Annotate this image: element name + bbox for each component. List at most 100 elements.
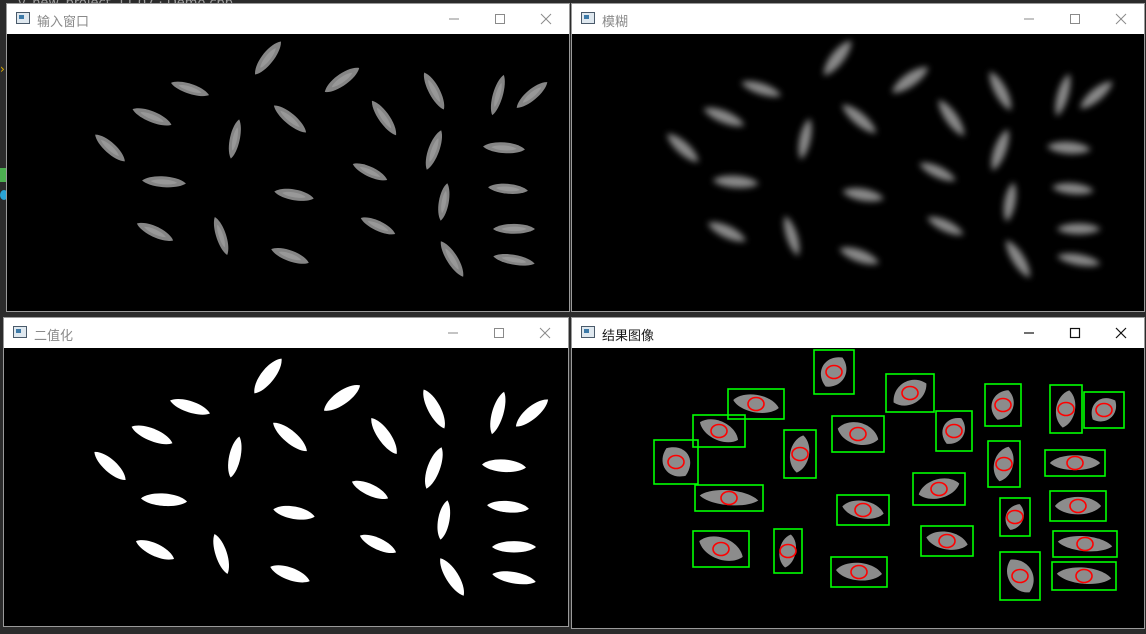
binary-blob <box>270 565 310 583</box>
binary-blob <box>423 389 445 429</box>
binary-blob <box>515 399 549 427</box>
close-button[interactable] <box>523 4 569 34</box>
binary-blob <box>490 391 506 435</box>
rice-grain <box>893 379 927 406</box>
binary-blob <box>425 447 443 489</box>
blurred-grain <box>839 247 879 265</box>
blurred-grain <box>784 216 800 256</box>
blurred-grain <box>1003 182 1016 222</box>
close-button[interactable] <box>522 318 568 348</box>
minimize-icon <box>449 18 459 20</box>
binary-blob <box>135 540 175 560</box>
close-icon <box>1115 327 1127 339</box>
app-icon <box>581 12 595 24</box>
rice-grain <box>942 418 965 444</box>
minimize-icon <box>1024 18 1034 20</box>
titlebar[interactable]: 输入窗口 <box>7 4 569 34</box>
close-icon <box>1115 13 1127 25</box>
blurred-image <box>667 40 1113 278</box>
binary-blob <box>254 358 282 394</box>
binary-blob <box>228 436 242 478</box>
blurred-grain <box>824 40 852 76</box>
window-blur[interactable]: 模糊 <box>571 3 1145 312</box>
blurred-grain <box>1051 183 1094 195</box>
maximize-button[interactable] <box>1052 318 1098 348</box>
blurred-grain <box>667 133 699 163</box>
binary-blob <box>491 541 537 553</box>
binary-blob <box>359 534 397 554</box>
blurred-grain <box>1080 81 1113 109</box>
maximize-button[interactable] <box>477 4 523 34</box>
rice-grain <box>1007 559 1034 593</box>
close-icon <box>540 13 552 25</box>
window-title: 结果图像 <box>602 329 655 344</box>
app-icon <box>16 12 30 24</box>
app-icon <box>13 326 27 338</box>
rice-grain <box>918 478 960 499</box>
maximize-button[interactable] <box>476 318 522 348</box>
minimize-button[interactable] <box>1006 318 1052 348</box>
binary-image <box>94 358 549 596</box>
blurred-grain <box>842 188 884 202</box>
minimize-button[interactable] <box>1006 4 1052 34</box>
rice-grain <box>993 446 1014 482</box>
binary-blob <box>94 451 126 481</box>
blurred-grain <box>798 118 812 160</box>
binary-blob <box>170 399 210 415</box>
titlebar[interactable]: 结果图像 <box>572 318 1144 348</box>
titlebar[interactable]: 模糊 <box>572 4 1144 34</box>
maximize-button[interactable] <box>1052 4 1098 34</box>
titlebar[interactable]: 二值化 <box>4 318 568 348</box>
minimize-button[interactable] <box>431 4 477 34</box>
maximize-icon <box>1069 327 1081 339</box>
rice-grain <box>991 390 1014 420</box>
blurred-grain <box>989 71 1012 111</box>
blurred-grain <box>842 104 877 134</box>
window-binary[interactable]: 二值化 <box>3 317 569 627</box>
binary-blob <box>273 422 307 452</box>
rice-grains-image <box>95 41 548 277</box>
blurred-grain <box>1056 223 1101 235</box>
binary-blob <box>492 571 536 585</box>
blurred-grain <box>712 175 759 188</box>
maximize-icon <box>494 328 504 338</box>
close-icon <box>539 327 551 339</box>
blurred-grain <box>1006 240 1030 278</box>
binary-blob <box>437 500 451 540</box>
image-canvas <box>572 348 1144 628</box>
blurred-grain <box>1057 253 1101 267</box>
window-input[interactable]: 输入窗口 <box>6 3 570 312</box>
blurred-grain <box>919 162 956 181</box>
binary-blob <box>131 425 173 445</box>
blurred-grain <box>707 222 746 242</box>
rice-grain <box>842 500 884 519</box>
image-canvas <box>7 34 569 311</box>
rice-grain <box>1049 455 1101 471</box>
minimize-icon <box>448 332 458 334</box>
binary-blob <box>351 480 389 500</box>
close-button[interactable] <box>1098 4 1144 34</box>
result-image <box>653 349 1125 601</box>
blurred-grain <box>892 67 929 93</box>
binary-blob <box>273 505 315 520</box>
blurred-grain <box>1055 73 1071 117</box>
blurred-grain <box>703 107 745 127</box>
binary-blob <box>371 417 397 455</box>
rice-grain <box>926 531 968 550</box>
rice-grain <box>837 422 879 445</box>
minimize-button[interactable] <box>430 318 476 348</box>
binary-blob <box>213 534 229 574</box>
blurred-grain <box>927 216 964 235</box>
app-icon <box>581 326 595 338</box>
blurred-grains <box>667 40 1113 278</box>
window-result[interactable]: 结果图像 <box>571 317 1145 629</box>
window-title: 输入窗口 <box>37 15 90 30</box>
blurred-grain <box>991 129 1009 171</box>
binary-blob <box>323 385 361 411</box>
image-canvas <box>4 348 568 626</box>
close-button[interactable] <box>1098 318 1144 348</box>
rice-grain <box>699 536 743 561</box>
blurred-grain <box>1046 141 1091 154</box>
rice-grain <box>733 394 779 413</box>
binary-blob <box>140 493 188 507</box>
